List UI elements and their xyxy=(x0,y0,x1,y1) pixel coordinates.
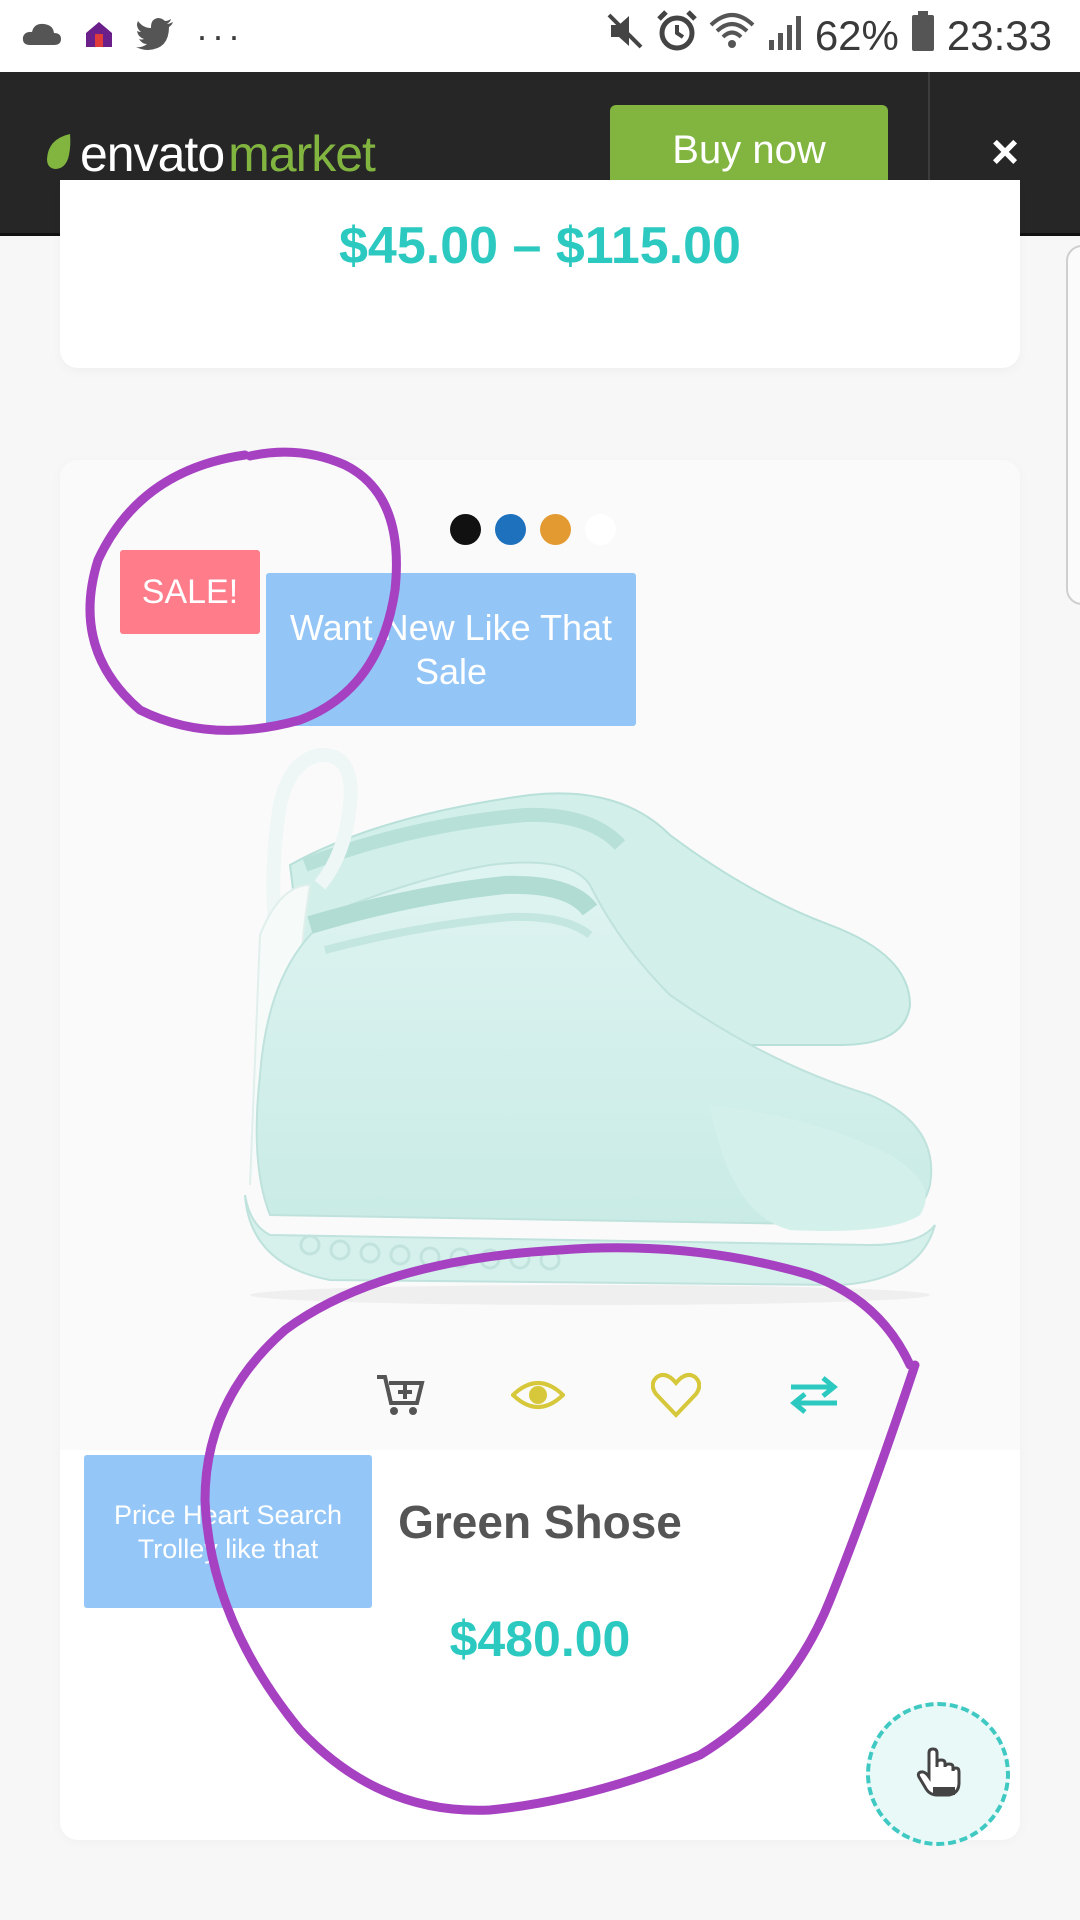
screen: ··· 62% 23:33 envato market Buy now × $4… xyxy=(0,0,1080,1920)
swatch-blue[interactable] xyxy=(495,514,526,545)
floating-action-button[interactable] xyxy=(866,1702,1010,1846)
hand-pointer-icon xyxy=(915,1746,961,1802)
add-to-cart-icon[interactable] xyxy=(360,1355,440,1435)
close-button[interactable]: × xyxy=(970,122,1040,182)
clock: 23:33 xyxy=(946,12,1052,59)
sale-badge: SALE! xyxy=(120,550,260,634)
status-bar: ··· 62% 23:33 xyxy=(0,0,1080,72)
mute-icon xyxy=(605,11,645,61)
twitter-icon xyxy=(136,17,174,55)
logo-text-envato: envato xyxy=(80,126,225,182)
sale-annotation-note: Want New Like That Sale xyxy=(266,573,636,726)
swatch-white[interactable] xyxy=(585,514,616,545)
previous-product-card: $45.00 – $115.00 xyxy=(60,180,1020,368)
product-actions xyxy=(60,1355,1020,1445)
wishlist-heart-icon[interactable] xyxy=(636,1355,716,1435)
product-price: $480.00 xyxy=(449,1611,631,1667)
color-swatches xyxy=(450,514,616,545)
compare-arrows-icon[interactable] xyxy=(774,1355,854,1435)
battery-icon xyxy=(911,11,935,61)
swatch-black[interactable] xyxy=(450,514,481,545)
actions-annotation-note: Price Heart Search Trolley like that xyxy=(84,1455,372,1608)
more-dots-icon: ··· xyxy=(196,15,244,56)
product-image-shoe[interactable] xyxy=(150,745,990,1305)
swatch-orange[interactable] xyxy=(540,514,571,545)
cloud-icon xyxy=(22,21,62,52)
leaf-icon xyxy=(44,125,74,183)
envato-market-logo[interactable]: envato market xyxy=(44,124,376,184)
quick-view-eye-icon[interactable] xyxy=(498,1355,578,1435)
side-panel-edge[interactable] xyxy=(1066,245,1080,605)
signal-icon xyxy=(767,12,803,60)
logo-text-market: market xyxy=(228,126,376,182)
product-card[interactable]: SALE! Want New Like That Sale Green Shos… xyxy=(60,460,1020,1840)
alarm-icon xyxy=(657,10,697,62)
wifi-icon xyxy=(709,11,755,61)
app-icon xyxy=(84,19,114,54)
notification-icons: ··· xyxy=(22,14,244,58)
battery-percent: 62% xyxy=(814,12,899,59)
system-icons: 62% 23:33 xyxy=(605,10,1052,62)
previous-price-range: $45.00 – $115.00 xyxy=(339,217,741,275)
